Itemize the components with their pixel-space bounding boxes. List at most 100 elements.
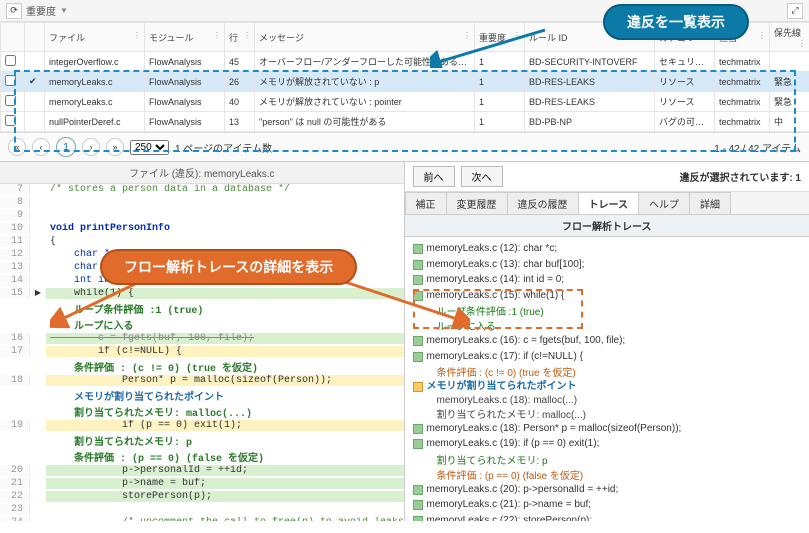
code-text: 割り当てられたメモリ: p (46, 433, 404, 449)
next-button[interactable]: 次へ (461, 166, 503, 187)
table-row[interactable]: integerOverflow.cFlowAnalysis45オーバーフロー/ア… (1, 52, 809, 72)
pager: « ‹ 1 › » 250 1 ページのアイテム数 1 - 42 / 42 アイ… (0, 132, 809, 161)
col-file[interactable]: ファイル⋮ (45, 23, 145, 52)
code-text: p->name = buf; (46, 478, 404, 489)
code-view[interactable]: 7 /* stores a person data in a database *… (0, 184, 404, 521)
tabs: 補正変更履歴違反の履歴トレースヘルプ詳細 (405, 192, 809, 215)
code-text: 割り当てられたメモリ: malloc(...) (46, 404, 404, 420)
code-line: 18 Person* p = malloc(sizeof(Person)); (0, 375, 404, 388)
tab-1[interactable]: 変更履歴 (446, 192, 508, 214)
trace-item[interactable]: memoryLeaks.c (19): if (p == 0) exit(1); (411, 436, 804, 452)
row-checkbox[interactable] (5, 55, 16, 66)
code-text: { (46, 236, 404, 247)
code-line: 割り当てられたメモリ: p (0, 433, 404, 449)
trace-sub: 条件評価 : (p == 0) (false を仮定) (411, 467, 804, 482)
refresh-icon[interactable]: ⟳ (6, 3, 22, 19)
chevron-down-icon[interactable]: ▼ (60, 6, 68, 15)
code-text: メモリが割り当てられたポイント (46, 388, 404, 404)
code-line: 7 /* stores a person data in a database *… (0, 184, 404, 197)
code-text: /* uncomment the call to free(p) to avoi… (46, 517, 404, 521)
code-line: 条件評価 : (c != 0) (true を仮定) (0, 359, 404, 375)
trace-nav: 前へ 次へ 違反が選択されています: 1 (405, 162, 809, 192)
pager-current[interactable]: 1 (56, 137, 76, 157)
tab-3[interactable]: トレース (578, 192, 640, 214)
lower-split: ファイル (違反): memoryLeaks.c 7 /* stores a pe… (0, 161, 809, 521)
trace-item[interactable]: memoryLeaks.c (21): p->name = buf; (411, 497, 804, 513)
trace-sub: 条件評価 : (c != 0) (true を仮定) (411, 364, 804, 379)
table-row[interactable]: ✔memoryLeaks.cFlowAnalysis26メモリが解放されていない… (1, 72, 809, 92)
row-checkbox[interactable] (5, 95, 16, 106)
sort-icon[interactable]: ⋮ (133, 31, 140, 40)
pager-first[interactable]: « (8, 138, 26, 156)
prev-button[interactable]: 前へ (413, 166, 455, 187)
code-line: 16 c = fgets(buf, 100, file); (0, 333, 404, 346)
selection-status: 違反が選択されています: 1 (680, 169, 801, 184)
trace-item[interactable]: memoryLeaks.c (18): Person* p = malloc(s… (411, 421, 804, 437)
line-number: 7 (0, 184, 30, 195)
trace-title: フロー解析トレース (405, 215, 809, 237)
sort-icon[interactable]: ⋮ (243, 31, 250, 40)
col-priority[interactable]: 保先線⋮ (770, 23, 809, 52)
pager-next[interactable]: › (82, 138, 100, 156)
code-text: c = fgets(buf, 100, file); (46, 333, 404, 344)
row-checkbox[interactable] (5, 115, 16, 126)
code-text: storePerson(p); (46, 491, 404, 502)
trace-item[interactable]: memoryLeaks.c (12): char *c; (411, 241, 804, 257)
code-line: 24 /* uncomment the call to free(p) to a… (0, 517, 404, 521)
expand-icon[interactable]: ⤢ (787, 3, 803, 19)
col-line[interactable]: 行⋮ (225, 23, 255, 52)
code-line: 17 if (c!=NULL) { (0, 346, 404, 359)
line-number: 14 (0, 275, 30, 286)
line-number: 24 (0, 517, 30, 521)
tab-2[interactable]: 違反の履歴 (507, 192, 579, 214)
table-row[interactable]: memoryLeaks.cFlowAnalysis40メモリが解放されていない … (1, 92, 809, 112)
line-number: 13 (0, 262, 30, 273)
pager-size-select[interactable]: 250 (130, 140, 169, 155)
line-number: 8 (0, 197, 30, 208)
tab-4[interactable]: ヘルプ (638, 192, 690, 214)
line-number: 12 (0, 249, 30, 260)
sort-icon[interactable]: ⋮ (798, 39, 805, 48)
tab-0[interactable]: 補正 (405, 192, 447, 214)
sort-icon[interactable]: ⋮ (213, 31, 220, 40)
callout-list-violations: 違反を一覧表示 (603, 4, 749, 40)
line-number: 20 (0, 465, 30, 476)
code-text: 条件評価 : (p == 0) (false を仮定) (46, 449, 404, 465)
code-pane: ファイル (違反): memoryLeaks.c 7 /* stores a pe… (0, 162, 405, 521)
code-text: /* stores a person data in a database */ (46, 184, 404, 195)
line-number: 19 (0, 420, 30, 431)
code-line: 21 p->name = buf; (0, 478, 404, 491)
line-number: 17 (0, 346, 30, 357)
pager-prev[interactable]: ‹ (32, 138, 50, 156)
trace-item[interactable]: memoryLeaks.c (16): c = fgets(buf, 100, … (411, 333, 804, 349)
tab-5[interactable]: 詳細 (689, 192, 731, 214)
col-icon[interactable] (25, 23, 45, 52)
code-line: 11 { (0, 236, 404, 249)
trace-item[interactable]: memoryLeaks.c (22): storePerson(p); (411, 513, 804, 522)
trace-item[interactable]: memoryLeaks.c (20): p->personalId = ++id… (411, 482, 804, 498)
code-text: if (c!=NULL) { (46, 346, 404, 357)
sort-icon[interactable]: ⋮ (758, 31, 765, 40)
line-number: 11 (0, 236, 30, 247)
code-line: 割り当てられたメモリ: malloc(...) (0, 404, 404, 420)
trace-item[interactable]: memoryLeaks.c (17): if (c!=NULL) { (411, 349, 804, 365)
col-chk[interactable] (1, 23, 25, 52)
trace-item[interactable]: メモリが割り当てられたポイント (411, 379, 804, 395)
line-number: 23 (0, 504, 30, 515)
pager-last[interactable]: » (106, 138, 124, 156)
code-text: p->personalId = ++id; (46, 465, 404, 476)
col-module[interactable]: モジュール⋮ (145, 23, 225, 52)
table-row[interactable]: nullPointerDeref.cFlowAnalysis13"person"… (1, 112, 809, 132)
trace-sub: 割り当てられたメモリ: malloc(...) (411, 406, 804, 421)
code-line: 23 (0, 504, 404, 517)
code-line: 20 p->personalId = ++id; (0, 465, 404, 478)
code-text: Person* p = malloc(sizeof(Person)); (46, 375, 404, 386)
code-pane-title: ファイル (違反): memoryLeaks.c (0, 162, 404, 184)
line-number: 18 (0, 375, 30, 386)
code-text: void printPersonInfo (46, 223, 404, 234)
row-checkbox[interactable] (5, 75, 16, 86)
trace-pane: 前へ 次へ 違反が選択されています: 1 補正変更履歴違反の履歴トレースヘルプ詳… (405, 162, 809, 521)
gutter-marker: ▶ (30, 288, 46, 298)
code-line: 10void printPersonInfo (0, 223, 404, 236)
callout-flow-trace: フロー解析トレースの詳細を表示 (100, 249, 357, 285)
